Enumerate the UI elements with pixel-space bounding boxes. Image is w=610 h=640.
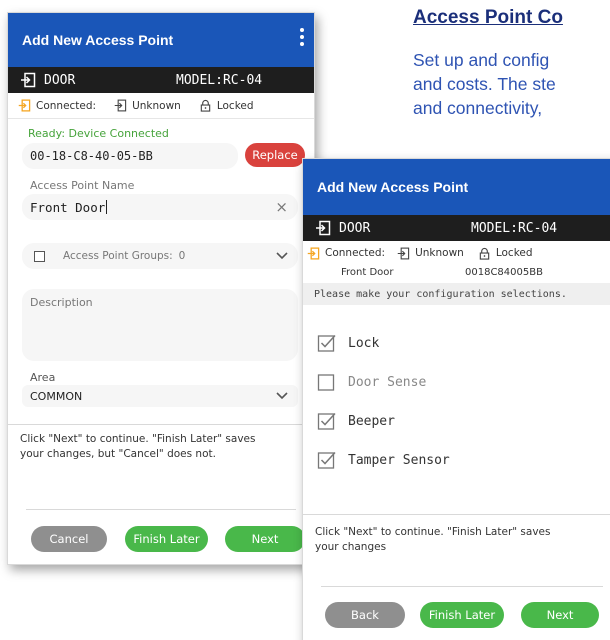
- status-locked: Locked: [478, 247, 533, 260]
- status-connected: Connected:: [307, 246, 386, 260]
- status-connected-label: Connected:: [325, 247, 386, 259]
- area-select[interactable]: COMMON: [22, 385, 298, 407]
- login-icon: [114, 99, 127, 112]
- option-beeper[interactable]: Beeper: [317, 411, 395, 431]
- login-icon: [307, 246, 320, 260]
- add-access-point-screen: Add New Access Point DOOR MODEL:RC-04 Co…: [7, 12, 315, 565]
- status-connected-label: Connected:: [36, 99, 97, 112]
- device-name: DOOR: [44, 72, 76, 88]
- option-label: Tamper Sensor: [348, 452, 450, 468]
- login-icon: [18, 99, 31, 112]
- status-bar: Connected: Unknown Locked: [303, 241, 610, 265]
- doc-paragraph: Set up and config and costs. The ste and…: [413, 48, 610, 120]
- status-connected: Connected:: [18, 99, 96, 112]
- chevron-down-icon: [276, 252, 288, 260]
- access-point-name: Front Door: [341, 267, 394, 278]
- back-button[interactable]: Back: [325, 602, 405, 628]
- app-bar: Add New Access Point: [303, 159, 610, 215]
- padlock-icon: [200, 99, 211, 112]
- doc-line: and costs. The ste: [413, 74, 556, 94]
- replace-button[interactable]: Replace: [245, 143, 305, 167]
- screen-title: Add New Access Point: [22, 32, 174, 48]
- groups-checkbox[interactable]: [34, 250, 45, 262]
- login-icon: [397, 247, 410, 259]
- help-text: Click "Next" to continue. "Finish Later"…: [315, 525, 550, 555]
- configuration-screen: Add New Access Point DOOR MODEL:RC-04 Co…: [302, 158, 610, 640]
- device-ready-label: Ready: Device Connected: [28, 127, 169, 140]
- help-line: Click "Next" to continue. "Finish Later"…: [315, 526, 551, 538]
- status-unknown-label: Unknown: [415, 247, 464, 259]
- status-locked-label: Locked: [216, 99, 254, 112]
- doc-line: Set up and config: [413, 50, 550, 70]
- status-unknown: Unknown: [114, 99, 181, 112]
- status-locked-label: Locked: [495, 247, 533, 259]
- chevron-down-icon: [276, 392, 288, 400]
- description-placeholder: Description: [30, 296, 93, 309]
- kebab-menu-icon[interactable]: [299, 28, 305, 50]
- groups-count: 0: [178, 250, 186, 262]
- option-lock[interactable]: Lock: [317, 333, 379, 353]
- app-bar: Add New Access Point: [8, 13, 314, 67]
- login-icon: [21, 72, 36, 88]
- divider: [8, 424, 314, 425]
- access-point-groups-dropdown[interactable]: Access Point Groups: 0: [22, 243, 298, 269]
- mac-address-value: 00-18-C8-40-05-BB: [30, 149, 153, 163]
- checked-box-icon[interactable]: [317, 333, 337, 353]
- finish-later-button[interactable]: Finish Later: [420, 602, 504, 628]
- description-textarea[interactable]: Description: [22, 289, 298, 361]
- doc-line: and connectivity,: [413, 98, 543, 118]
- cancel-button[interactable]: Cancel: [31, 526, 107, 552]
- configuration-prompt: Please make your configuration selection…: [303, 283, 610, 305]
- status-unknown: Unknown: [397, 247, 464, 260]
- mac-address-field[interactable]: 00-18-C8-40-05-BB: [22, 143, 238, 169]
- next-button[interactable]: Next: [225, 526, 305, 552]
- access-point-mac: 0018C84005BB: [465, 267, 543, 278]
- status-locked: Locked: [199, 99, 254, 112]
- device-bar: DOOR MODEL:RC-04: [8, 67, 314, 93]
- help-line: your changes, but "Cancel" does not.: [20, 448, 216, 460]
- login-icon: [316, 220, 331, 236]
- divider: [26, 509, 296, 510]
- status-unknown-label: Unknown: [132, 99, 181, 112]
- access-point-name-input[interactable]: Front Door ×: [22, 194, 298, 220]
- access-point-name-label: Access Point Name: [30, 179, 135, 192]
- finish-later-button[interactable]: Finish Later: [125, 526, 208, 552]
- checked-box-icon[interactable]: [317, 450, 337, 470]
- area-label: Area: [30, 371, 56, 384]
- option-label: Lock: [348, 335, 380, 351]
- help-line: your changes: [315, 541, 387, 553]
- next-button[interactable]: Next: [521, 602, 599, 628]
- status-bar: Connected: Unknown Locked: [8, 93, 314, 119]
- access-point-name-value: Front Door: [30, 199, 106, 215]
- area-value: COMMON: [30, 389, 83, 403]
- option-door-sense[interactable]: Door Sense: [317, 372, 426, 392]
- device-name: DOOR: [339, 220, 371, 236]
- divider: [321, 586, 603, 587]
- option-label: Door Sense: [348, 374, 427, 390]
- option-label: Beeper: [348, 413, 395, 429]
- doc-heading: Access Point Co: [413, 7, 563, 28]
- divider: [303, 514, 610, 515]
- device-bar: DOOR MODEL:RC-04: [303, 215, 610, 241]
- device-model: MODEL:RC-04: [471, 220, 558, 236]
- groups-label: Access Point Groups:: [63, 250, 173, 262]
- screen-title: Add New Access Point: [317, 179, 469, 195]
- close-icon[interactable]: ×: [275, 198, 288, 216]
- option-tamper-sensor[interactable]: Tamper Sensor: [317, 450, 450, 470]
- empty-box-icon[interactable]: [317, 372, 337, 392]
- checked-box-icon[interactable]: [317, 411, 337, 431]
- device-model: MODEL:RC-04: [176, 72, 263, 88]
- help-line: Click "Next" to continue. "Finish Later"…: [20, 433, 256, 445]
- help-text: Click "Next" to continue. "Finish Later"…: [20, 432, 255, 462]
- padlock-icon: [479, 247, 490, 260]
